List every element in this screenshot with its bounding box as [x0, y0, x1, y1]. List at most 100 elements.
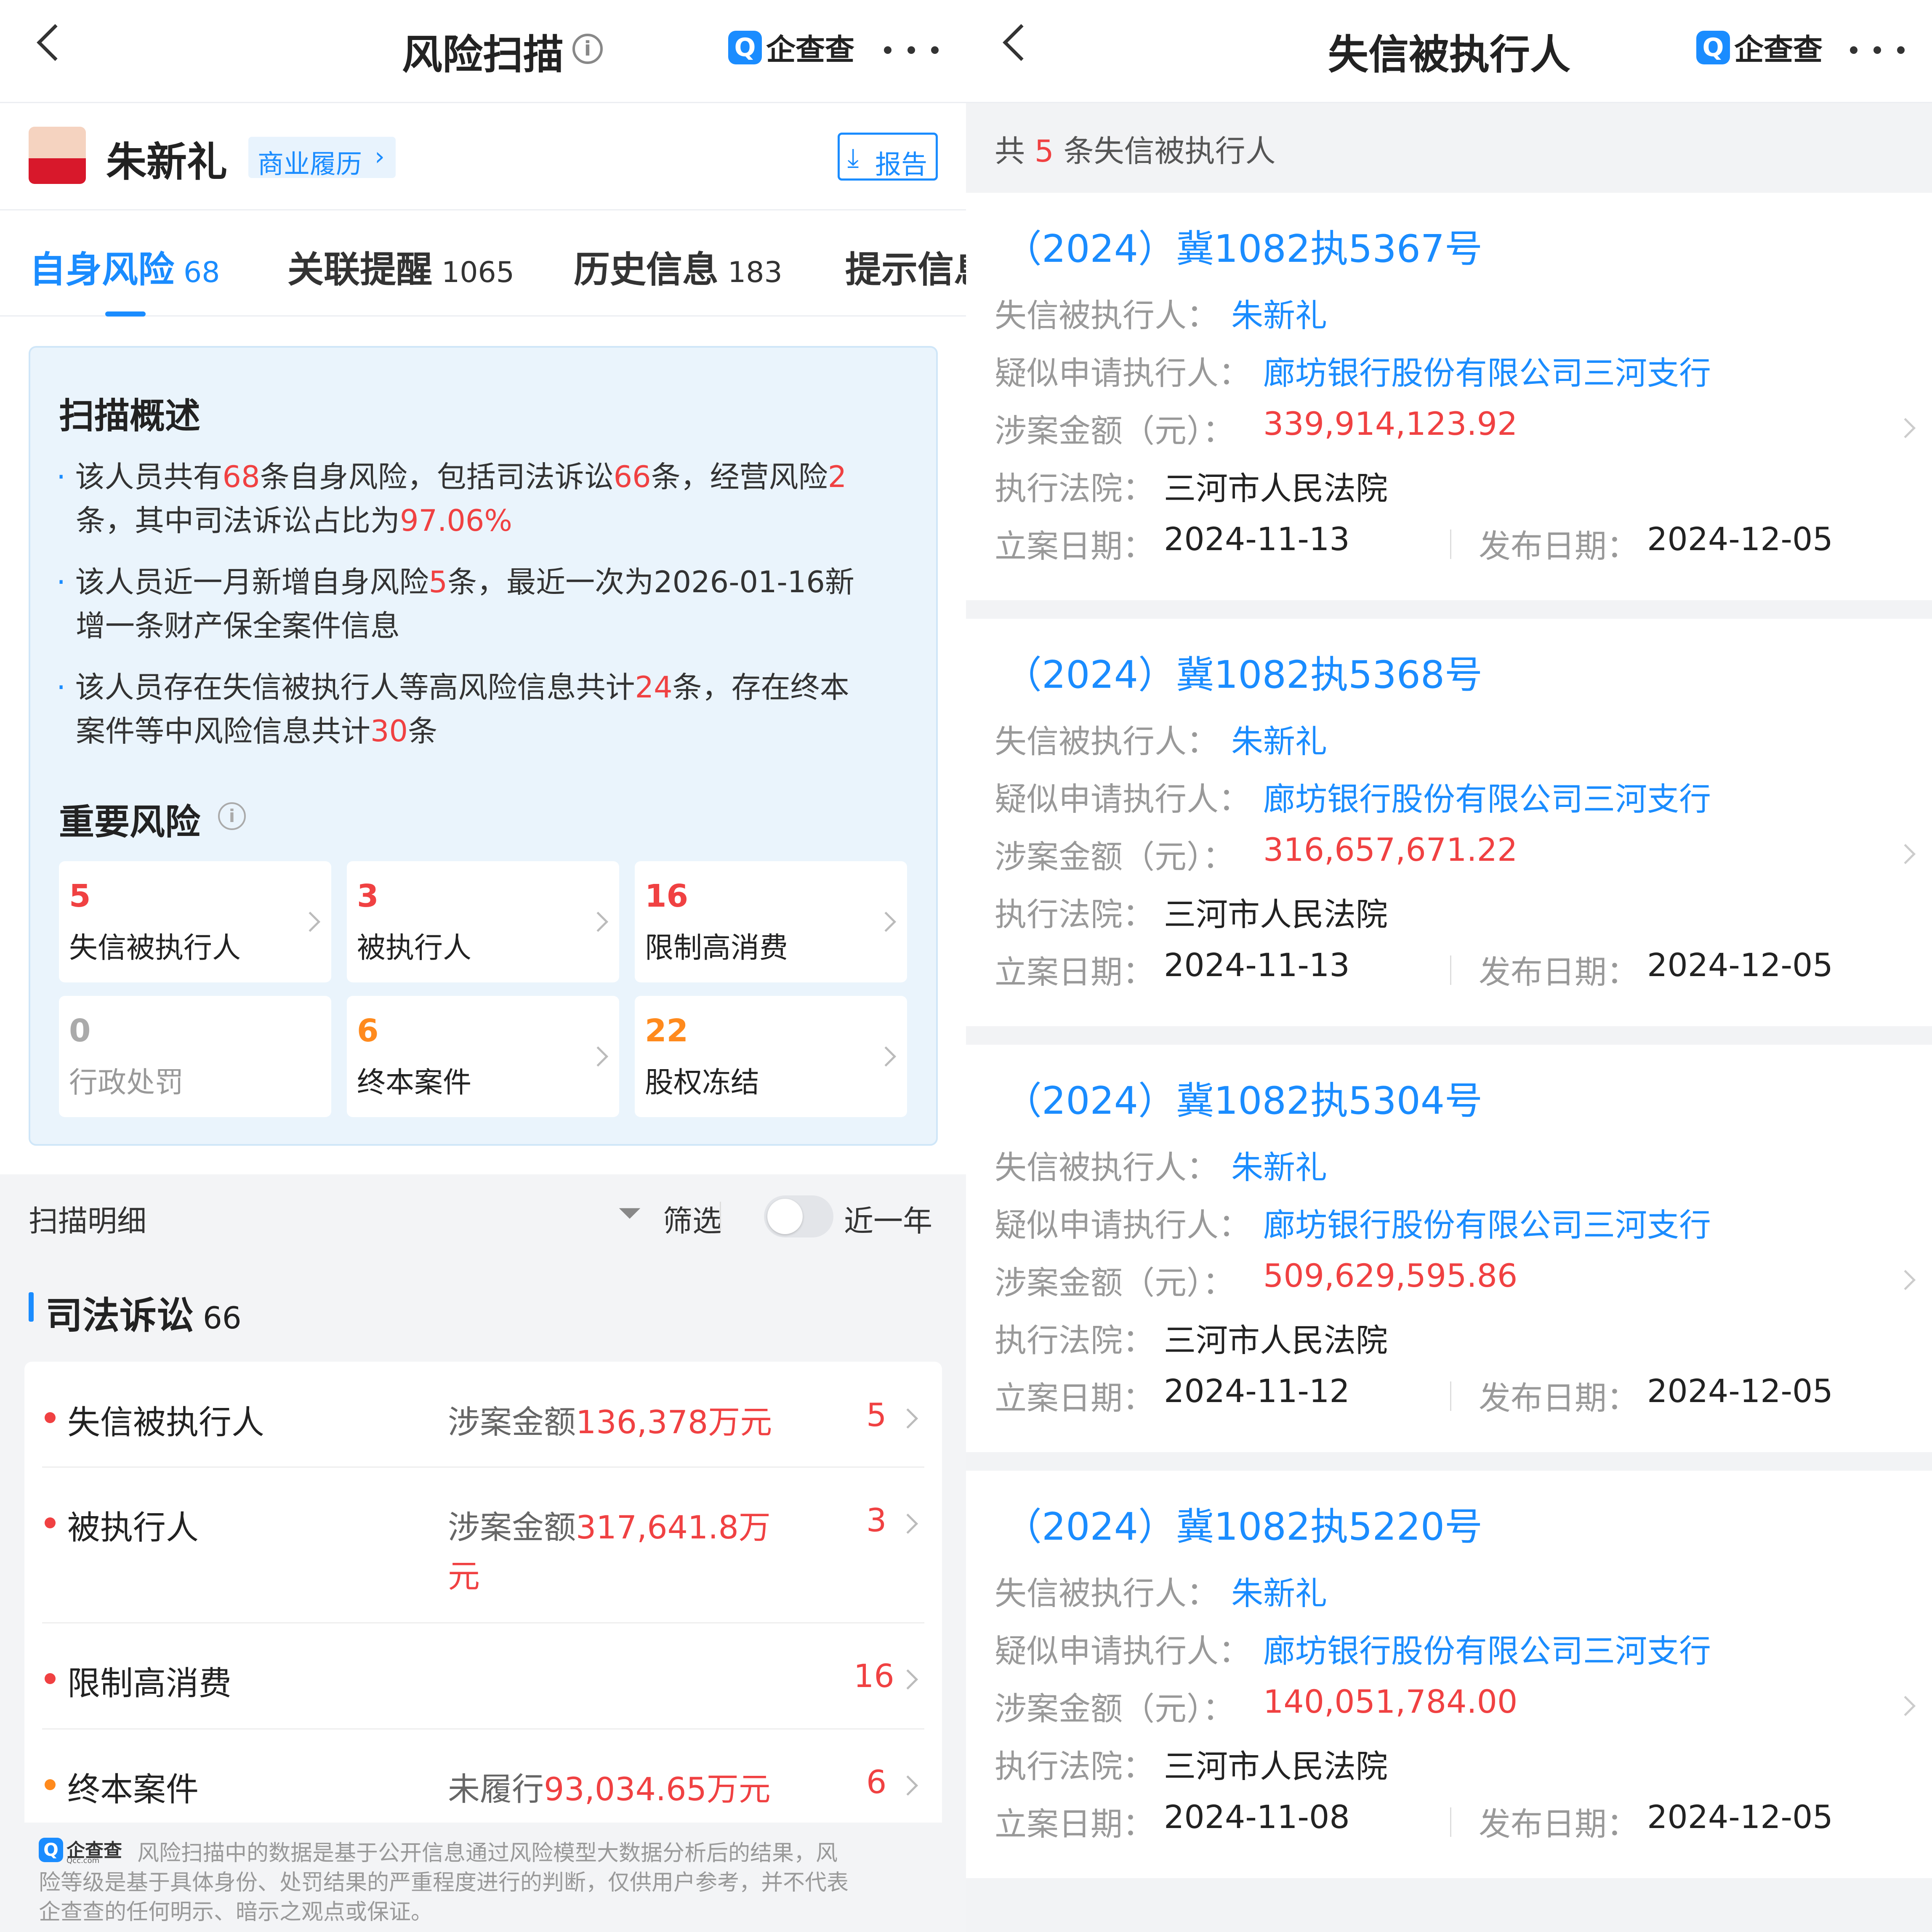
filter-button[interactable]: 筛选: [663, 1198, 722, 1240]
chevron-right-icon: [588, 911, 609, 932]
label-published-date: 发布日期：: [1479, 953, 1639, 991]
label-published-date: 发布日期：: [1479, 527, 1639, 565]
label-court: 执行法院：: [995, 896, 1155, 933]
report-button[interactable]: ⤓ 报告: [838, 133, 938, 181]
risk-dot-orange: [45, 1779, 56, 1790]
label-applicant: 疑似申请执行人：: [995, 780, 1251, 818]
label-published-date: 发布日期：: [1479, 1805, 1639, 1843]
back-arrow-icon[interactable]: [1003, 24, 1040, 61]
toggle-knob: [767, 1199, 803, 1234]
case-number[interactable]: （2024）冀1082执5368号: [1004, 644, 1482, 699]
dishonest-person-link[interactable]: 朱新礼: [1231, 1142, 1327, 1188]
info-icon[interactable]: i: [218, 802, 246, 830]
label-amount: 涉案金额（元）：: [995, 838, 1235, 876]
risk-scan-screen: 风险扫描 i Q 企查查 朱新礼 商业履历 › ⤓ 报告 自身风险 68 关联提醒…: [0, 0, 966, 1932]
tab-active-indicator: [105, 311, 146, 317]
info-icon[interactable]: i: [572, 34, 603, 64]
more-icon[interactable]: [1850, 46, 1905, 54]
applicant-link[interactable]: 廊坊银行股份有限公司三河支行: [1263, 1625, 1711, 1671]
chevron-right-icon: ›: [375, 142, 385, 171]
disclaimer: Q 企查查 Qcc.com 风险扫描中的数据是基于公开信息通过风险模型大数据分析…: [24, 1823, 942, 1932]
label-amount: 涉案金额（元）：: [995, 1264, 1235, 1301]
summary-paragraph-3: · 该人员存在失信被执行人等高风险信息共计24条，存在终本 案件等中风险信息共计…: [56, 670, 849, 748]
label-court: 执行法院：: [995, 1322, 1155, 1359]
label-court: 执行法院：: [995, 1748, 1155, 1785]
case-card[interactable]: （2024）冀1082执5367号 失信被执行人： 朱新礼 疑似申请执行人： 廊坊银行股…: [966, 193, 1932, 600]
chevron-right-icon: [300, 911, 321, 932]
dishonest-person-link[interactable]: 朱新礼: [1231, 1567, 1327, 1614]
business-resume-tag[interactable]: 商业履历 ›: [248, 137, 396, 179]
applicant-link[interactable]: 廊坊银行股份有限公司三河支行: [1263, 773, 1711, 820]
label-court: 执行法院：: [995, 470, 1155, 507]
filed-date: 2024-11-13: [1164, 520, 1350, 558]
chevron-right-icon: [876, 911, 897, 932]
court-name: 三河市人民法院: [1164, 1748, 1388, 1785]
back-arrow-icon[interactable]: [37, 24, 74, 61]
recent-year-label: 近一年: [844, 1204, 932, 1238]
person-name: 朱新礼: [106, 138, 227, 186]
left-nav-bar: 风险扫描 i Q 企查查: [0, 0, 966, 103]
risk-tile-terminated-cases[interactable]: 6 终本案件: [347, 996, 619, 1117]
page-title: 风险扫描: [402, 31, 564, 78]
qichacha-logo: Q 企查查: [1696, 26, 1823, 69]
filter-icon[interactable]: ⏷: [618, 1195, 641, 1230]
risk-tile-equity-freeze[interactable]: 22 股权冻结: [635, 996, 907, 1117]
risk-dot-red: [45, 1517, 56, 1528]
list-item[interactable]: 终本案件 未履行93,034.65万元 6: [24, 1730, 942, 1831]
list-item[interactable]: 限制高消费 16: [24, 1623, 942, 1730]
applicant-link[interactable]: 廊坊银行股份有限公司三河支行: [1263, 1199, 1711, 1245]
label-filed-date: 立案日期：: [995, 1379, 1155, 1417]
qichacha-mark-icon: Q: [728, 30, 762, 64]
risk-tile-executed[interactable]: 3 被执行人: [347, 861, 619, 982]
case-card[interactable]: （2024）冀1082执5368号 失信被执行人： 朱新礼 疑似申请执行人： 廊坊银行股…: [966, 619, 1932, 1026]
list-item[interactable]: 被执行人 涉案金额317,641.8万 元 3: [24, 1468, 942, 1623]
chevron-right-icon: [1895, 1695, 1916, 1716]
court-name: 三河市人民法院: [1164, 470, 1388, 507]
summary-title: 扫描概述: [59, 395, 201, 436]
label-person: 失信被执行人：: [995, 1149, 1219, 1186]
chevron-right-icon: [897, 1408, 918, 1429]
divider: [1450, 955, 1451, 985]
published-date: 2024-12-05: [1647, 946, 1833, 984]
applicant-link[interactable]: 廊坊银行股份有限公司三河支行: [1263, 347, 1711, 394]
list-item[interactable]: 失信被执行人 涉案金额136,378万元 5: [24, 1362, 942, 1468]
dishonest-list-screen: 失信被执行人 Q 企查查 共 5 条失信被执行人 （2024）冀1082执536…: [966, 0, 1932, 1932]
case-number[interactable]: （2024）冀1082执5304号: [1004, 1070, 1482, 1125]
tab-notice-info[interactable]: 提示信息: [845, 240, 966, 293]
label-filed-date: 立案日期：: [995, 527, 1155, 565]
case-number[interactable]: （2024）冀1082执5220号: [1004, 1496, 1482, 1551]
case-amount: 339,914,123.92: [1263, 405, 1518, 442]
scan-detail-title: 扫描明细: [29, 1204, 146, 1238]
filed-date: 2024-11-12: [1164, 1372, 1350, 1410]
tab-self-risk[interactable]: 自身风险 68: [29, 240, 220, 293]
case-number[interactable]: （2024）冀1082执5367号: [1004, 218, 1482, 273]
page-title: 失信被执行人: [1328, 31, 1570, 78]
dishonest-person-link[interactable]: 朱新礼: [1231, 290, 1327, 336]
risk-tile-admin-penalty[interactable]: 0 行政处罚: [59, 996, 331, 1117]
label-filed-date: 立案日期：: [995, 953, 1155, 991]
case-amount: 316,657,671.22: [1263, 831, 1518, 868]
recent-year-toggle[interactable]: [764, 1195, 833, 1237]
more-icon[interactable]: [884, 46, 939, 54]
tab-related-alerts[interactable]: 关联提醒 1065: [287, 240, 514, 293]
section-title: 司法诉讼 66: [45, 1294, 242, 1337]
case-amount: 509,629,595.86: [1263, 1257, 1518, 1294]
divider: [1450, 1381, 1451, 1411]
chevron-right-icon: [897, 1669, 918, 1690]
download-icon: ⤓: [847, 142, 859, 173]
case-amount: 140,051,784.00: [1263, 1683, 1518, 1720]
filed-date: 2024-11-13: [1164, 946, 1350, 984]
dishonest-person-link[interactable]: 朱新礼: [1231, 716, 1327, 762]
summary-paragraph-1: · 该人员共有68条自身风险，包括司法诉讼66条，经营风险2 条，其中司法诉讼占…: [56, 460, 847, 538]
label-applicant: 疑似申请执行人：: [995, 1632, 1251, 1670]
case-card[interactable]: （2024）冀1082执5304号 失信被执行人： 朱新礼 疑似申请执行人： 廊坊银行股…: [966, 1045, 1932, 1452]
tab-history-info[interactable]: 历史信息 183: [574, 240, 782, 293]
chevron-right-icon: [1895, 844, 1916, 865]
label-person: 失信被执行人：: [995, 297, 1219, 334]
case-card[interactable]: （2024）冀1082执5220号失信被执行人： 朱新礼疑似申请执行人： 廊坊银行股…: [966, 1471, 1932, 1878]
right-nav-bar: 失信被执行人 Q 企查查: [966, 0, 1932, 103]
risk-tile-dishonest[interactable]: 5 失信被执行人: [59, 861, 331, 982]
label-person: 失信被执行人：: [995, 1575, 1219, 1612]
risk-tile-consumption-limit[interactable]: 16 限制高消费: [635, 861, 907, 982]
avatar[interactable]: [29, 127, 86, 184]
